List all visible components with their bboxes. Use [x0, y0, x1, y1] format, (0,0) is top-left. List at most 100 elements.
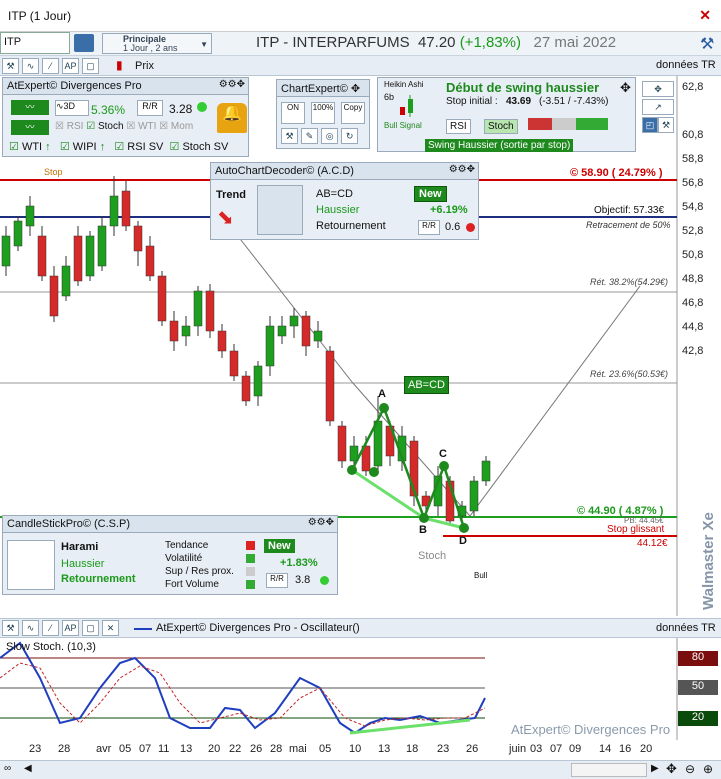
candle	[13, 220, 23, 247]
wrench-icon[interactable]: ⚒	[658, 117, 674, 133]
indicator-icon[interactable]: ∿	[22, 58, 39, 74]
book-icon[interactable]	[74, 34, 94, 52]
csp-label-volume: Fort Volume	[165, 579, 219, 590]
move-icon[interactable]: ✥	[351, 83, 360, 95]
heikin-sub: 6b	[384, 92, 395, 102]
indicator-icon[interactable]: ∿	[22, 620, 39, 636]
x-tick-label: 05	[119, 743, 132, 755]
hammer-icon[interactable]: ⚒	[281, 128, 298, 144]
line-icon[interactable]: ⁄	[42, 58, 59, 74]
candle	[265, 325, 275, 367]
scroll-thumb[interactable]	[571, 763, 647, 777]
acd-header: AutoChartDecoder© (A.C.D) ⚙⚙✥	[211, 163, 478, 180]
atexpert-panel: AtExpert© Divergences Pro ⚙⚙✥ 〰 ∿3D 5.36…	[2, 77, 249, 157]
stop-glissant-label: Stop glissant	[607, 524, 665, 535]
ap-icon[interactable]: AP	[62, 620, 79, 636]
zoom-in-icon[interactable]: ⊕	[703, 762, 713, 776]
pencil-icon[interactable]: ✎	[301, 128, 319, 144]
candle	[313, 330, 323, 342]
heikin-candle-icon	[400, 95, 413, 117]
x-tick-label: 26	[466, 743, 479, 755]
y-tick-label: 42,8	[682, 345, 704, 357]
wti-check-label: WTI	[138, 121, 157, 132]
candle	[481, 460, 491, 482]
chartexpert-title: ChartExpert©	[281, 83, 348, 95]
chartexpert-tools: ⚒ ✎ ◎ ↻	[281, 128, 359, 144]
close-icon[interactable]: ✕	[102, 620, 119, 636]
candle	[325, 350, 335, 422]
scroll-right-icon[interactable]: ▶	[651, 763, 659, 774]
zoom-out-icon[interactable]: ⊖	[685, 762, 695, 776]
close-icon[interactable]: ✕	[699, 7, 711, 24]
headline-change: (+1,83%)	[459, 34, 521, 51]
tools-icon[interactable]: ⚒	[2, 58, 19, 74]
window-controls-icon[interactable]: ⚙⚙✥	[308, 517, 334, 528]
wti-checkbox[interactable]: ☒ WTI	[126, 121, 156, 132]
copy-button[interactable]: Copy	[341, 102, 365, 124]
acd-type: Retournement	[316, 220, 386, 232]
window-icon[interactable]: ▢	[82, 58, 99, 74]
osc-title: AtExpert© Divergences Pro - Oscillateur(…	[156, 622, 360, 634]
wti-sv-checkbox[interactable]: ☑ WTI ↑	[9, 141, 51, 153]
move-icon[interactable]: ✥	[642, 81, 674, 97]
wti-label: WTI	[21, 141, 43, 153]
mom-checkbox[interactable]: ☒ Mom	[159, 121, 193, 132]
chart-icon[interactable]: ◰	[642, 117, 658, 133]
pattern-point	[419, 513, 429, 523]
rsi-sv-checkbox[interactable]: ☑ RSI SV	[114, 141, 163, 153]
osc-divergence-line	[349, 718, 471, 735]
rsi-checkbox[interactable]: ☒ RSI	[55, 121, 83, 132]
acd-direction: Haussier	[316, 204, 360, 216]
stoch-sv-checkbox[interactable]: ☑ Stoch SV	[170, 141, 229, 153]
headline-price: 47.20	[417, 34, 456, 51]
heikin-label: Heikin Ashi	[384, 80, 424, 89]
tools-icon[interactable]: ⚒	[2, 620, 19, 636]
stop-marker-label: Stop	[44, 167, 63, 177]
candle	[121, 190, 131, 227]
mom-check-label: Mom	[170, 121, 194, 132]
stoch-checkbox[interactable]: ☑ Stoch	[86, 121, 123, 132]
rsi-check-label: RSI	[66, 121, 84, 132]
workspace-dropdown[interactable]: Principale 1 Jour , 2 ans ▼	[102, 33, 212, 54]
wipi-checkbox[interactable]: ☑ WIPI ↑	[60, 141, 105, 153]
window-controls-icon[interactable]: ⚙⚙✥	[449, 164, 475, 175]
y-tick-label: 46,8	[682, 297, 704, 309]
y-tick-label: 60,8	[682, 129, 704, 141]
y-tick-label: 54,8	[682, 201, 704, 213]
csp-rr: 3.8	[295, 574, 311, 586]
window-icon[interactable]: ▢	[82, 620, 99, 636]
x-tick-label: 10	[349, 743, 362, 755]
refresh-icon[interactable]: ↻	[341, 128, 359, 144]
y-tick-label: 50,8	[682, 249, 704, 261]
x-tick-label: juin	[509, 743, 527, 755]
x-tick-label: 23	[29, 743, 42, 755]
atexpert-checks-row1: ☒ RSI ☑ Stoch ☒ WTI ☒ Mom	[55, 121, 193, 132]
on-toggle[interactable]: ON	[281, 102, 305, 124]
pct100-button[interactable]: 100%	[311, 102, 335, 124]
scrollbar[interactable]: ∞ ◀ ▶ ✥ ⊖ ⊕	[0, 760, 721, 779]
link-icon[interactable]: ∞	[4, 763, 11, 774]
crosshair-icon[interactable]: ✥	[620, 80, 631, 96]
pct100-label: 100%	[312, 103, 334, 112]
symbol-input[interactable]: ITP	[0, 32, 70, 54]
pattern-point	[459, 523, 469, 533]
tools-icon[interactable]: ⚒	[700, 34, 714, 54]
csp-type: Retournement	[61, 573, 136, 585]
divergence-icon: 〰	[11, 100, 49, 115]
prix-label: Prix	[135, 60, 154, 72]
atexpert-pct: 5.36%	[91, 103, 126, 117]
arrow-icon[interactable]: ↗	[642, 99, 674, 115]
rr-icon: R/R	[418, 220, 440, 235]
window-controls-icon[interactable]: ⚙⚙✥	[219, 79, 245, 90]
candle	[181, 325, 191, 337]
target-icon[interactable]: ◎	[321, 128, 339, 144]
acd-pct: +6.19%	[430, 204, 468, 216]
bell-icon[interactable]: 🔔	[217, 103, 247, 133]
line-icon[interactable]: ⁄	[42, 620, 59, 636]
x-tick-label: 22	[229, 743, 242, 755]
heikin-headline: Début de swing haussier	[446, 80, 600, 95]
scroll-left-icon[interactable]: ◀	[24, 763, 32, 774]
move-icon[interactable]: ✥	[666, 761, 677, 777]
ap-icon[interactable]: AP	[62, 58, 79, 74]
osc-donnees: données TR	[656, 622, 716, 634]
